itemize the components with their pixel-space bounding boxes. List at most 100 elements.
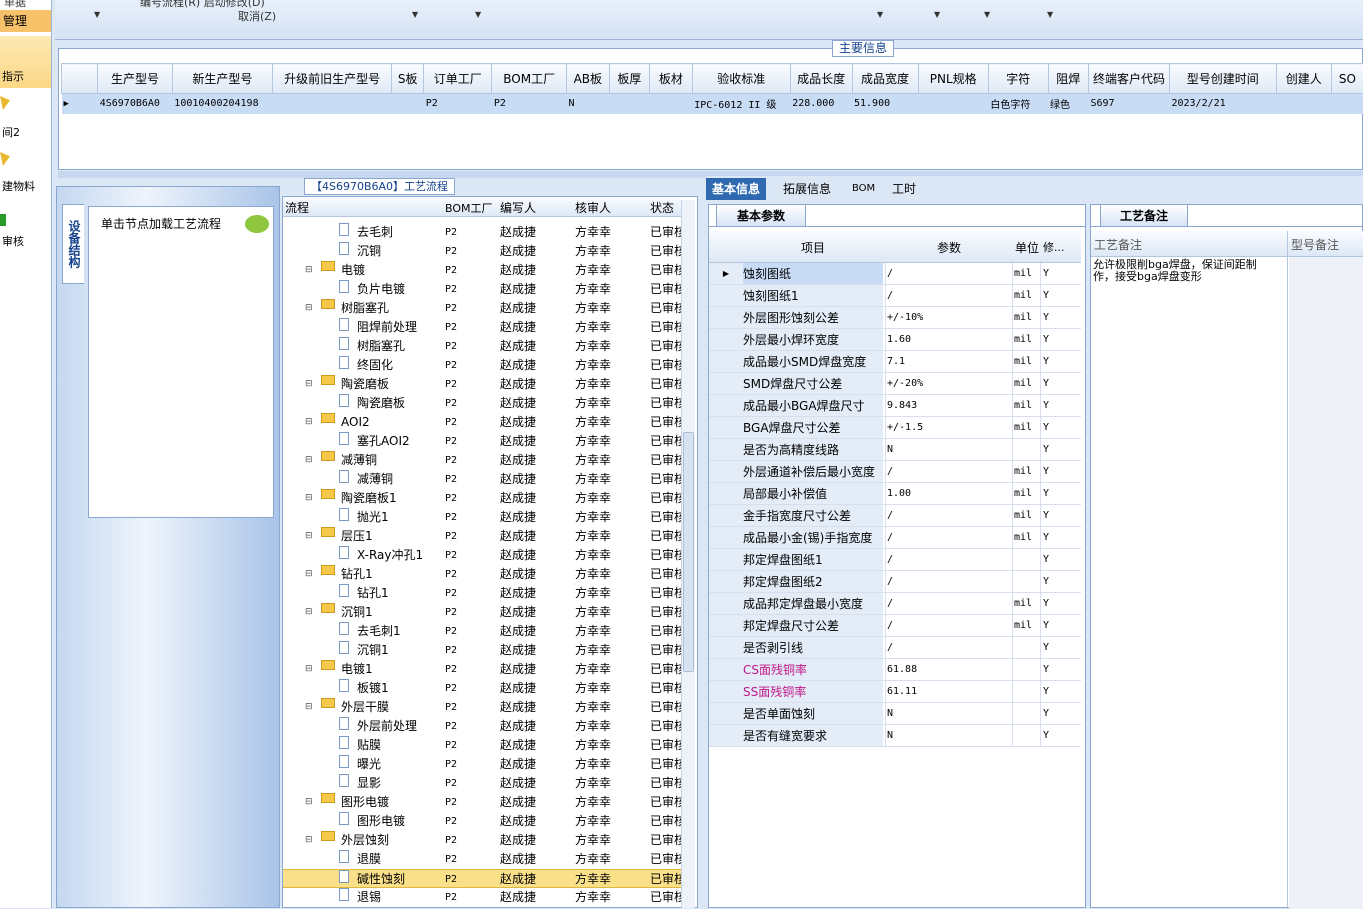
param-mod[interactable]: Y xyxy=(1040,725,1066,746)
param-value[interactable]: / xyxy=(885,527,1011,548)
param-row[interactable]: CS面残铜率 61.88 Y xyxy=(709,659,1081,681)
row-indicator[interactable] xyxy=(709,593,743,614)
tree-row[interactable]: 碱性蚀刻 P2 赵成捷 方幸幸 已审核 xyxy=(283,869,683,888)
cell[interactable]: P2 xyxy=(491,93,567,114)
collapse-icon[interactable]: ⊟ xyxy=(305,603,313,622)
nav-item-room2[interactable]: 间2 xyxy=(0,124,51,140)
tree-row[interactable]: 去毛刺 P2 赵成捷 方幸幸 已审核 xyxy=(283,223,683,242)
row-indicator[interactable] xyxy=(709,725,743,746)
row-indicator[interactable] xyxy=(709,461,743,482)
cell[interactable]: IPC-6012 II 级 xyxy=(692,93,791,114)
col-header[interactable]: 字符 xyxy=(987,63,1049,94)
tree-row[interactable]: ⊟ 外层蚀刻 P2 赵成捷 方幸幸 已审核 xyxy=(283,831,683,850)
dropdown-arrow-icon[interactable]: ▼ xyxy=(475,10,481,19)
tree-row[interactable]: X-Ray冲孔1 P2 赵成捷 方幸幸 已审核 xyxy=(283,546,683,565)
param-row[interactable]: BGA焊盘尺寸公差 +/-1.5 mil Y xyxy=(709,417,1081,439)
param-value[interactable]: / xyxy=(885,549,1011,570)
cell[interactable]: 4S6970B6A0 xyxy=(97,93,173,114)
cell[interactable]: 白色字符 xyxy=(988,93,1049,114)
col-header[interactable]: 终端客户代码 xyxy=(1088,63,1170,94)
param-mod[interactable]: Y xyxy=(1040,351,1066,372)
row-indicator[interactable] xyxy=(709,417,743,438)
param-mod[interactable]: Y xyxy=(1040,483,1066,504)
tree-row[interactable]: ⊟ 图形电镀 P2 赵成捷 方幸幸 已审核 xyxy=(283,793,683,812)
row-indicator[interactable] xyxy=(709,549,743,570)
tree-row[interactable]: 沉铜 P2 赵成捷 方幸幸 已审核 xyxy=(283,242,683,261)
nav-item-material[interactable]: 建物料 xyxy=(0,178,51,194)
param-row[interactable]: 是否为高精度线路 N Y xyxy=(709,439,1081,461)
tree-row[interactable]: 抛光1 P2 赵成捷 方幸幸 已审核 xyxy=(283,508,683,527)
param-row[interactable]: 金手指宽度尺寸公差 / mil Y xyxy=(709,505,1081,527)
cancel-button[interactable]: 取消(Z) xyxy=(238,8,276,24)
col-header[interactable]: 生产型号 xyxy=(97,63,173,94)
tree-row[interactable]: ⊟ 陶瓷磨板 P2 赵成捷 方幸幸 已审核 xyxy=(283,375,683,394)
param-row[interactable]: 是否有缝宽要求 N Y xyxy=(709,725,1081,747)
cell[interactable]: 10010400204198 xyxy=(172,93,273,114)
tree-row[interactable]: ⊟ 树脂塞孔 P2 赵成捷 方幸幸 已审核 xyxy=(283,299,683,318)
param-value[interactable]: 7.1 xyxy=(885,351,1011,372)
row-indicator[interactable]: ▶ xyxy=(709,263,743,284)
col-header[interactable]: 新生产型号 xyxy=(171,63,273,94)
cell[interactable] xyxy=(1331,93,1363,114)
tree-row[interactable]: 退锡 P2 赵成捷 方幸幸 已审核 xyxy=(283,888,683,907)
tree-row[interactable]: 图形电镀 P2 赵成捷 方幸幸 已审核 xyxy=(283,812,683,831)
param-value[interactable]: 1.00 xyxy=(885,483,1011,504)
param-mod[interactable]: Y xyxy=(1040,307,1066,328)
tree-row[interactable]: 阻焊前处理 P2 赵成捷 方幸幸 已审核 xyxy=(283,318,683,337)
dropdown-arrow-icon[interactable]: ▼ xyxy=(412,10,418,19)
col-header[interactable]: 验收标准 xyxy=(691,63,791,94)
param-value[interactable]: / xyxy=(885,461,1011,482)
row-indicator[interactable] xyxy=(709,659,743,680)
param-value[interactable]: N xyxy=(885,439,1011,460)
cell[interactable] xyxy=(649,93,693,114)
param-row[interactable]: 邦定焊盘图纸2/ Y xyxy=(709,571,1081,593)
tree-row[interactable]: ⊟ 陶瓷磨板1 P2 赵成捷 方幸幸 已审核 xyxy=(283,489,683,508)
param-mod[interactable]: Y xyxy=(1040,637,1066,658)
param-row[interactable]: 是否剥引线 / Y xyxy=(709,637,1081,659)
nav-item-manage[interactable]: 管理 xyxy=(0,10,51,32)
param-mod[interactable]: Y xyxy=(1040,263,1066,284)
tab-bom[interactable]: BOM xyxy=(846,178,881,200)
collapse-icon[interactable]: ⊟ xyxy=(305,451,313,470)
param-row[interactable]: ▶ 蚀刻图纸 / mil Y xyxy=(709,263,1081,285)
col-header[interactable]: 成品宽度 xyxy=(851,63,919,94)
param-mod[interactable]: Y xyxy=(1040,681,1066,702)
cell[interactable] xyxy=(609,93,650,114)
collapse-icon[interactable]: ⊟ xyxy=(305,527,313,546)
nav-item-review[interactable]: 审核 xyxy=(0,233,51,249)
param-mod[interactable]: Y xyxy=(1040,395,1066,416)
param-mod[interactable]: Y xyxy=(1040,285,1066,306)
param-value[interactable]: N xyxy=(885,703,1011,724)
param-mod[interactable]: Y xyxy=(1040,527,1066,548)
param-value[interactable]: 9.843 xyxy=(885,395,1011,416)
scroll-thumb[interactable] xyxy=(683,432,694,672)
nav-item-top[interactable]: 单据 xyxy=(4,0,51,10)
tree-row[interactable]: 陶瓷磨板 P2 赵成捷 方幸幸 已审核 xyxy=(283,394,683,413)
param-row[interactable]: 局部最小补偿值 1.00 mil Y xyxy=(709,483,1081,505)
cell[interactable] xyxy=(918,93,989,114)
col-header[interactable]: 成品长度 xyxy=(789,63,853,94)
cell[interactable]: S697 xyxy=(1088,93,1170,114)
param-value[interactable]: / xyxy=(885,637,1011,658)
device-structure-tab[interactable]: 设备结构 xyxy=(62,204,84,284)
tree-row[interactable]: ⊟ 电镀 P2 赵成捷 方幸幸 已审核 xyxy=(283,261,683,280)
tree-row[interactable]: 钻孔1 P2 赵成捷 方幸幸 已审核 xyxy=(283,584,683,603)
param-row[interactable]: 成品最小金(锡)手指宽度 / mil Y xyxy=(709,527,1081,549)
dropdown-arrow-icon[interactable]: ▼ xyxy=(94,10,100,19)
tree-scrollbar[interactable] xyxy=(681,200,695,908)
collapse-icon[interactable]: ⊟ xyxy=(305,299,313,318)
cell[interactable]: N xyxy=(566,93,610,114)
tree-row[interactable]: 退膜 P2 赵成捷 方幸幸 已审核 xyxy=(283,850,683,869)
col-header[interactable]: 升级前旧生产型号 xyxy=(271,63,393,94)
param-row[interactable]: 外层通道补偿后最小宽度 / mil Y xyxy=(709,461,1081,483)
param-row[interactable]: 外层图形蚀刻公差 +/-10% mil Y xyxy=(709,307,1081,329)
tree-row[interactable]: 外层前处理 P2 赵成捷 方幸幸 已审核 xyxy=(283,717,683,736)
row-indicator[interactable]: ▶ xyxy=(61,93,98,114)
collapse-icon[interactable]: ⊟ xyxy=(305,660,313,679)
param-value[interactable]: +/-1.5 xyxy=(885,417,1011,438)
cell[interactable]: 228.000 xyxy=(790,93,852,114)
col-header[interactable]: S板 xyxy=(391,63,425,94)
tree-row[interactable]: 贴膜 P2 赵成捷 方幸幸 已审核 xyxy=(283,736,683,755)
collapse-icon[interactable]: ⊟ xyxy=(305,698,313,717)
col-header[interactable]: 订单工厂 xyxy=(423,63,493,94)
